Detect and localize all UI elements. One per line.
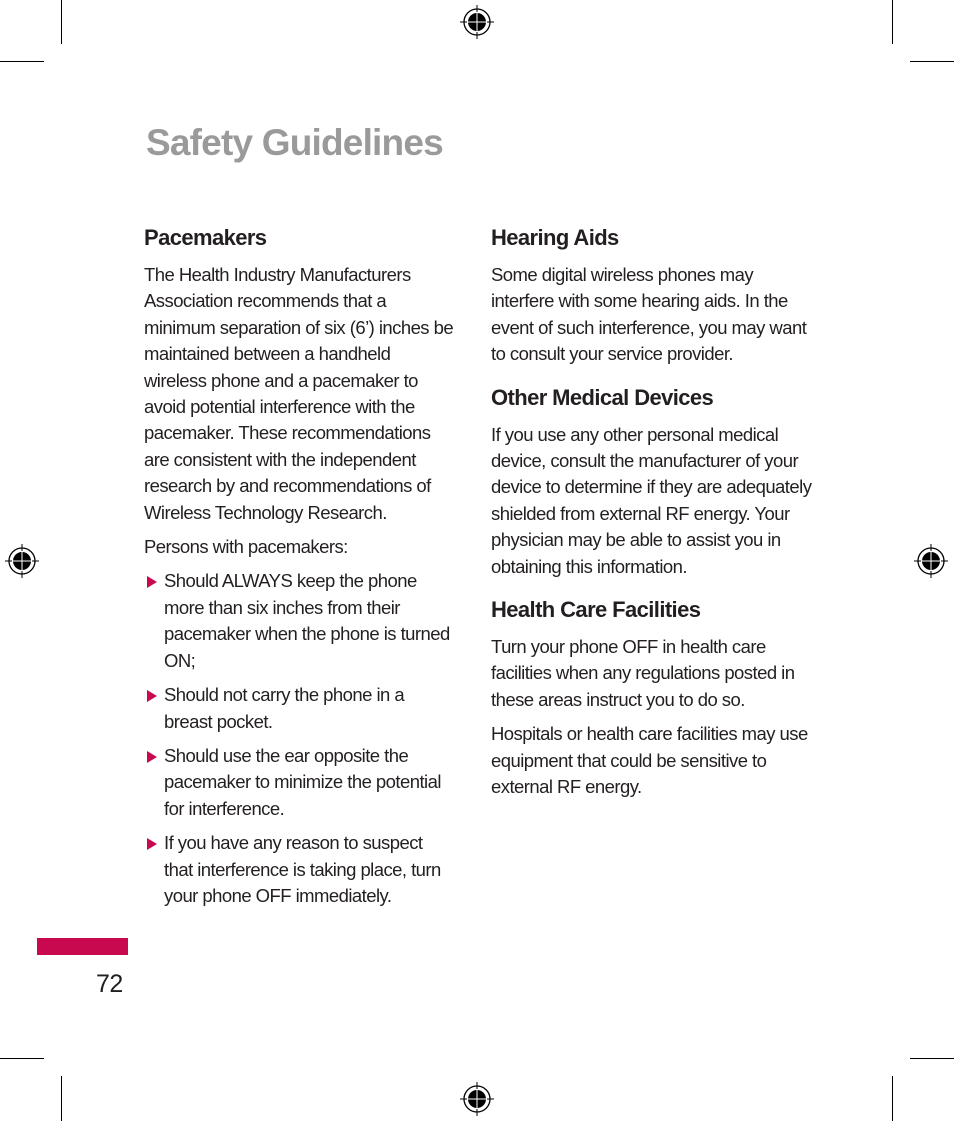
section-paragraph: If you use any other personal medical de… bbox=[491, 423, 812, 577]
section-paragraph: Some digital wireless phones may interfe… bbox=[491, 264, 807, 365]
section-paragraph: Turn your phone OFF in health care facil… bbox=[491, 636, 795, 710]
bullet-list: Should ALWAYS keep the phone more than s… bbox=[144, 568, 454, 909]
section-paragraph: The Health Industry Manufacturers Associ… bbox=[144, 264, 454, 523]
crop-mark bbox=[892, 1076, 893, 1121]
list-item-text: Should ALWAYS keep the phone more than s… bbox=[164, 570, 450, 671]
section-paragraph: Hospitals or health care facilities may … bbox=[491, 723, 808, 798]
section-hearing-aids: Hearing Aids Some digital wireless phone… bbox=[491, 222, 816, 368]
crop-mark bbox=[61, 0, 62, 44]
triangle-right-icon bbox=[147, 576, 157, 589]
crop-mark bbox=[910, 1058, 954, 1059]
crop-mark bbox=[0, 1058, 44, 1059]
left-column: Pacemakers The Health Industry Manufactu… bbox=[144, 222, 454, 923]
registration-mark-icon bbox=[914, 544, 948, 578]
section-pacemakers: Pacemakers The Health Industry Manufactu… bbox=[144, 222, 454, 909]
registration-mark-icon bbox=[460, 1082, 494, 1116]
crop-mark bbox=[892, 0, 893, 44]
right-column: Hearing Aids Some digital wireless phone… bbox=[491, 222, 816, 815]
section-heading: Hearing Aids bbox=[491, 225, 619, 250]
section-other-medical-devices: Other Medical Devices If you use any oth… bbox=[491, 382, 816, 580]
triangle-right-icon bbox=[147, 838, 157, 851]
section-heading: Other Medical Devices bbox=[491, 384, 714, 410]
triangle-right-icon bbox=[147, 750, 157, 763]
section-intro: Persons with pacemakers: bbox=[144, 536, 348, 558]
list-item: Should ALWAYS keep the phone more than s… bbox=[144, 568, 454, 674]
list-item-text: If you have any reason to suspect that i… bbox=[164, 832, 441, 906]
triangle-right-icon bbox=[147, 690, 157, 703]
page-number-bar bbox=[37, 938, 128, 955]
registration-mark-icon bbox=[460, 5, 494, 39]
crop-mark bbox=[0, 61, 44, 62]
page-title: Safety Guidelines bbox=[146, 122, 444, 163]
list-item: Should not carry the phone in a breast p… bbox=[144, 682, 454, 735]
list-item-text: Should use the ear opposite the pacemake… bbox=[164, 744, 441, 819]
section-health-care-facilities: Health Care Facilities Turn your phone O… bbox=[491, 594, 816, 800]
crop-mark bbox=[910, 61, 954, 62]
list-item: If you have any reason to suspect that i… bbox=[144, 830, 454, 909]
crop-mark bbox=[61, 1076, 62, 1121]
page-number: 72 bbox=[96, 970, 123, 998]
section-heading: Health Care Facilities bbox=[491, 597, 701, 623]
list-item-text: Should not carry the phone in a breast p… bbox=[164, 684, 405, 732]
section-heading: Pacemakers bbox=[144, 225, 267, 250]
list-item: Should use the ear opposite the pacemake… bbox=[144, 743, 454, 822]
registration-mark-icon bbox=[5, 544, 39, 578]
